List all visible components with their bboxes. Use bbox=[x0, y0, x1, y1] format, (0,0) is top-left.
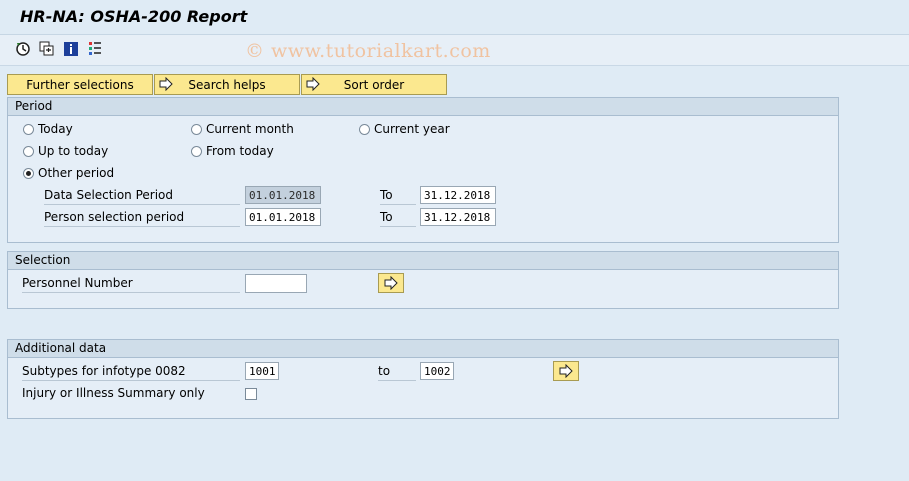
subtypes-multiple-selection-button[interactable] bbox=[553, 361, 579, 381]
page-title: HR-NA: OSHA-200 Report bbox=[20, 7, 248, 26]
selection-panel-header: Selection bbox=[8, 252, 838, 270]
arrow-right-icon bbox=[306, 77, 320, 91]
period-panel-header: Period bbox=[8, 98, 838, 116]
person-selection-period-label: Person selection period bbox=[44, 210, 240, 227]
sort-order-label: Sort order bbox=[343, 77, 405, 92]
radio-from-today-label: From today bbox=[206, 144, 274, 158]
subtypes-to-field[interactable]: 1002 bbox=[420, 362, 454, 380]
radio-from-today[interactable] bbox=[191, 146, 202, 157]
subtypes-to-label: to bbox=[378, 364, 416, 381]
radio-today[interactable] bbox=[23, 124, 34, 135]
radio-other-period-label: Other period bbox=[38, 166, 115, 180]
data-selection-period-label: Data Selection Period bbox=[44, 188, 240, 205]
person-selection-to-label: To bbox=[380, 210, 416, 227]
radio-up-to-today[interactable] bbox=[23, 146, 34, 157]
injury-summary-label: Injury or Illness Summary only bbox=[22, 386, 205, 400]
further-selections-button[interactable]: Further selections bbox=[7, 74, 153, 95]
radio-current-year[interactable] bbox=[359, 124, 370, 135]
execute-icon[interactable] bbox=[14, 40, 32, 58]
further-selections-label: Further selections bbox=[26, 77, 134, 92]
info-icon[interactable] bbox=[62, 40, 80, 58]
radio-current-year-label: Current year bbox=[374, 122, 450, 136]
sort-order-button[interactable]: Sort order bbox=[301, 74, 447, 95]
variant-icon[interactable] bbox=[38, 40, 56, 58]
radio-current-month-label: Current month bbox=[206, 122, 294, 136]
personnel-number-label: Personnel Number bbox=[22, 276, 240, 293]
layout-icon[interactable] bbox=[86, 40, 104, 58]
data-selection-from-field[interactable]: 01.01.2018 bbox=[245, 186, 321, 204]
arrow-right-icon bbox=[559, 364, 573, 378]
injury-summary-checkbox[interactable] bbox=[245, 388, 257, 400]
subtypes-label: Subtypes for infotype 0082 bbox=[22, 364, 240, 381]
personnel-number-field[interactable] bbox=[245, 274, 307, 293]
arrow-right-icon bbox=[159, 77, 173, 91]
additional-data-panel-header: Additional data bbox=[8, 340, 838, 358]
personnel-multiple-selection-button[interactable] bbox=[378, 273, 404, 293]
data-selection-to-label: To bbox=[380, 188, 416, 205]
search-helps-label: Search helps bbox=[188, 77, 266, 92]
search-helps-button[interactable]: Search helps bbox=[154, 74, 300, 95]
radio-today-label: Today bbox=[38, 122, 73, 136]
subtypes-from-field[interactable]: 1001 bbox=[245, 362, 279, 380]
radio-current-month[interactable] bbox=[191, 124, 202, 135]
data-selection-to-field[interactable]: 31.12.2018 bbox=[420, 186, 496, 204]
arrow-right-icon bbox=[384, 276, 398, 290]
watermark: © www.tutorialkart.com bbox=[245, 40, 491, 62]
radio-other-period[interactable] bbox=[23, 168, 34, 179]
person-selection-from-field[interactable]: 01.01.2018 bbox=[245, 208, 321, 226]
person-selection-to-field[interactable]: 31.12.2018 bbox=[420, 208, 496, 226]
radio-up-to-today-label: Up to today bbox=[38, 144, 109, 158]
